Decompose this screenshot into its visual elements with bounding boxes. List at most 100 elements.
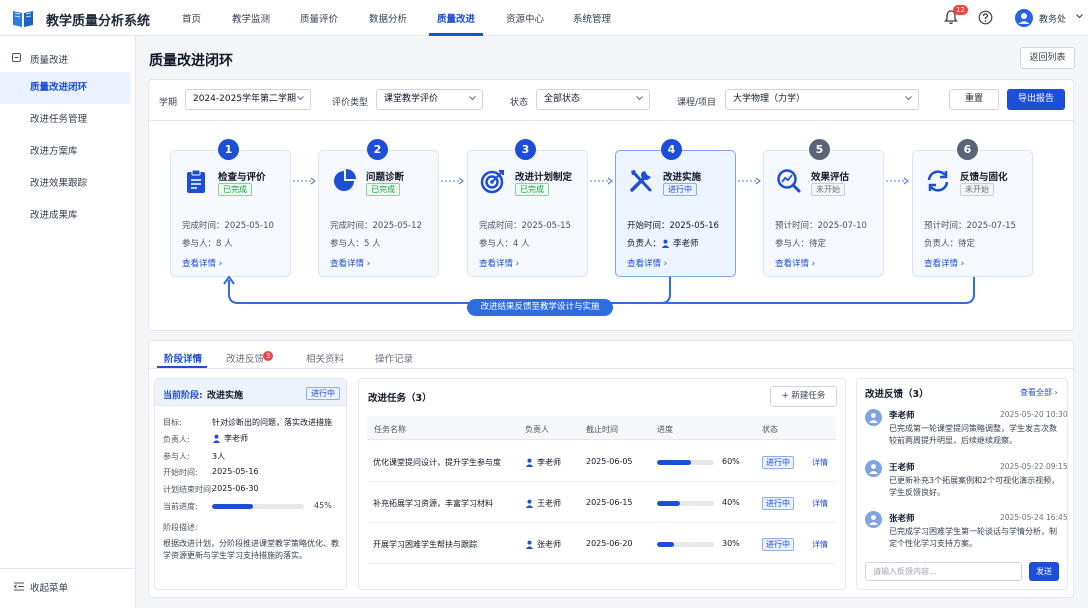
step-name: 改进实施 — [663, 172, 702, 183]
status-badge: 已完成 — [515, 183, 549, 196]
course-select[interactable]: 大学物理（力学） — [725, 89, 919, 110]
new-task-label: 新建任务 — [791, 391, 826, 401]
col-task-name: 任务名称 — [374, 425, 406, 434]
tab-stage-details[interactable]: 阶段详情 — [164, 351, 202, 365]
arrow-right-icon — [293, 177, 317, 185]
user-icon — [212, 434, 221, 443]
nav-system[interactable]: 系统管理 — [573, 11, 611, 25]
sidebar-item-loop[interactable]: 质量改进闭环 — [0, 72, 131, 104]
step-people: 参与人：8 人 — [182, 239, 233, 249]
feedback-author: 李老师 — [889, 411, 915, 421]
target-icon — [480, 168, 506, 194]
step-card-2[interactable]: 问题诊断 已完成 完成时间：2025-05-12 参与人：5 人 查看详情 › — [318, 150, 439, 277]
status-badge: 未开始 — [960, 183, 994, 196]
status-select[interactable]: 全部状态 — [536, 89, 650, 110]
user-avatar[interactable] — [1015, 9, 1033, 27]
view-all-link[interactable]: 查看全部 › — [1020, 387, 1058, 398]
col-due: 截止时间 — [586, 425, 618, 434]
view-details-label: 查看详情 — [479, 259, 514, 269]
back-to-list-button[interactable]: 返回列表 — [1020, 47, 1075, 69]
task-details-link[interactable]: 详情 — [812, 457, 828, 468]
goal-value: 针对诊断出的问题，落实改进措施 — [212, 418, 332, 427]
term-label: 学期 — [159, 98, 178, 108]
end-time-label: 计划结束时间: — [163, 485, 214, 494]
type-value: 课堂教学评价 — [384, 94, 439, 104]
task-due: 2025-06-20 — [586, 539, 633, 548]
arrow-right-icon — [590, 177, 614, 185]
view-details-link[interactable]: 查看详情 › — [479, 257, 519, 269]
task-details-link[interactable]: 详情 — [812, 498, 828, 509]
feedback-loop-label: 改进结果反馈至教学设计与实施 — [467, 299, 613, 316]
tools-icon — [628, 168, 654, 194]
nav-analysis[interactable]: 数据分析 — [369, 11, 407, 25]
chevron-down-icon[interactable] — [1076, 14, 1083, 19]
new-task-button[interactable]: + 新建任务 — [770, 386, 837, 407]
user-icon — [525, 458, 534, 467]
sidebar-item-plans[interactable]: 改进方案库 — [0, 136, 131, 168]
app-title: 教学质量分析系统 — [46, 14, 151, 29]
nav-improvement[interactable]: 质量改进 — [437, 11, 475, 25]
step-card-3[interactable]: 改进计划制定 已完成 完成时间：2025-05-15 参与人：4 人 查看详情 … — [467, 150, 588, 277]
view-details-link[interactable]: 查看详情 › — [775, 257, 815, 269]
start-time-value: 2025-05-16 — [212, 467, 259, 476]
nav-resources[interactable]: 资源中心 — [506, 11, 544, 25]
nav-home[interactable]: 首页 — [182, 11, 201, 25]
tab-materials[interactable]: 相关资料 — [306, 351, 344, 365]
progress-label: 当前进度: — [163, 502, 198, 511]
sidebar-item-results[interactable]: 改进成果库 — [0, 200, 131, 232]
sidebar-item-tasks[interactable]: 改进任务管理 — [0, 104, 131, 136]
owner-name: 李老师 — [224, 434, 248, 443]
nav-monitoring[interactable]: 教学监测 — [232, 11, 270, 25]
step-card-5[interactable]: 效果评估 未开始 预计时间：2025-07-10 参与人：待定 查看详情 › — [763, 150, 884, 277]
course-value: 大学物理（力学） — [733, 94, 806, 104]
task-progress-bar — [657, 460, 714, 465]
task-details-link[interactable]: 详情 — [812, 539, 828, 550]
export-report-button[interactable]: 导出报告 — [1007, 89, 1065, 110]
sidebar-item-tracking[interactable]: 改进效果跟踪 — [0, 168, 131, 200]
end-time-value: 2025-06-30 — [212, 484, 259, 493]
task-name: 补充拓展学习资源，丰富学习材料 — [373, 499, 493, 508]
feedback-input[interactable]: 请输入反馈内容... — [865, 562, 1022, 581]
nav-evaluation[interactable]: 质量评价 — [300, 11, 338, 25]
search-chart-icon — [776, 168, 802, 194]
step-people: 参与人：5 人 — [330, 239, 381, 249]
view-details-link[interactable]: 查看详情 › — [182, 257, 222, 269]
step-people: 参与人：待定 — [775, 239, 827, 249]
term-value: 2024-2025学年第二学期 — [193, 94, 297, 104]
step-number: 3 — [515, 139, 536, 160]
status-badge: 已完成 — [366, 183, 400, 196]
task-progress-fill — [657, 501, 680, 506]
view-details-link[interactable]: 查看详情 › — [627, 257, 667, 269]
step-owner: 负责人：待定 — [924, 239, 976, 249]
description-label: 阶段描述: — [163, 523, 198, 532]
status-badge: 未开始 — [811, 183, 845, 196]
step-card-6[interactable]: 反馈与固化 未开始 预计时间：2025-07-15 负责人：待定 查看详情 › — [912, 150, 1033, 277]
help-icon[interactable] — [978, 10, 993, 25]
user-name[interactable]: 教务处 — [1039, 12, 1066, 25]
task-progress-bar — [657, 542, 714, 547]
term-select[interactable]: 2024-2025学年第二学期 — [185, 89, 311, 110]
feedback-author: 张老师 — [889, 514, 915, 524]
user-icon — [661, 239, 670, 248]
step-card-4[interactable]: 改进实施 进行中 开始时间：2025-05-16 负责人： 李老师 查看详情 › — [615, 150, 736, 277]
status-value: 全部状态 — [544, 94, 581, 104]
reset-button[interactable]: 重置 — [949, 89, 999, 110]
col-progress: 进度 — [657, 425, 673, 434]
view-details-label: 查看详情 — [627, 259, 662, 269]
arrow-right-icon — [738, 177, 762, 185]
status-badge: 已完成 — [218, 183, 252, 196]
step-number: 2 — [367, 139, 388, 160]
tab-records[interactable]: 操作记录 — [375, 351, 413, 365]
view-details-label: 查看详情 — [182, 259, 217, 269]
view-details-link[interactable]: 查看详情 › — [924, 257, 964, 269]
tab-feedback[interactable]: 改进反馈 — [226, 351, 264, 365]
type-select[interactable]: 课堂教学评价 — [376, 89, 483, 110]
feedback-author: 王老师 — [889, 463, 915, 473]
current-stage-name: 改进实施 — [207, 391, 244, 401]
step-card-1[interactable]: 检查与评价 已完成 完成时间：2025-05-10 参与人：8 人 查看详情 › — [170, 150, 291, 277]
user-icon — [525, 499, 534, 508]
view-details-link[interactable]: 查看详情 › — [330, 257, 370, 269]
feedback-time: 2025-05-20 10:30 — [1000, 410, 1068, 419]
chevron-down-icon — [469, 96, 476, 101]
send-button[interactable]: 发送 — [1029, 562, 1059, 581]
